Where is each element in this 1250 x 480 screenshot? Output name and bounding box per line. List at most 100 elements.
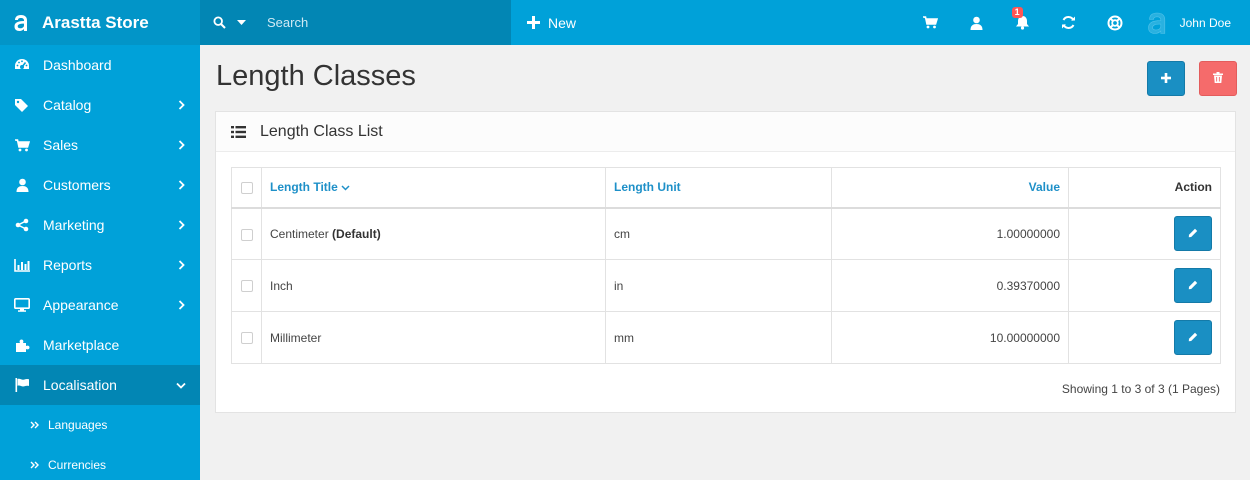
dashboard-icon [14, 57, 30, 73]
user-menu[interactable]: John Doe [1138, 11, 1250, 35]
sidebar-item-marketing[interactable]: Marketing [0, 205, 200, 245]
double-chevron-right-icon [30, 460, 40, 470]
plus-icon [527, 14, 540, 32]
pencil-icon [1188, 279, 1198, 293]
sidebar-item-label: Marketplace [43, 337, 120, 353]
user-icon [14, 177, 30, 193]
sidebar-item-catalog[interactable]: Catalog [0, 85, 200, 125]
pencil-icon [1188, 227, 1198, 241]
length-class-panel: Length Class List Length Title Length Un… [215, 111, 1236, 413]
chevron-right-icon [176, 140, 186, 150]
edit-button[interactable] [1174, 216, 1212, 252]
length-unit-cell: mm [605, 311, 832, 364]
tags-icon [14, 97, 30, 113]
new-button[interactable]: New [527, 14, 576, 32]
action-cell [1068, 259, 1221, 312]
cart-icon[interactable] [908, 0, 954, 45]
sidebar-item-reports[interactable]: Reports [0, 245, 200, 285]
new-button-label: New [548, 14, 577, 31]
value-cell: 0.39370000 [831, 259, 1069, 312]
add-button[interactable] [1147, 61, 1185, 96]
arastta-logo-icon [12, 13, 30, 33]
sort-length-title-link[interactable]: Length Title [270, 180, 350, 194]
select-all-checkbox[interactable] [240, 182, 253, 195]
search-input[interactable] [267, 15, 487, 30]
sidebar-item-appearance[interactable]: Appearance [0, 285, 200, 325]
chevron-right-icon [176, 100, 186, 110]
life-ring-icon[interactable] [1092, 0, 1138, 45]
length-unit-cell: in [605, 259, 832, 312]
delete-button[interactable] [1199, 61, 1237, 96]
brand[interactable]: Arastta Store [0, 0, 200, 45]
length-title: Inch [270, 278, 293, 293]
length-title-cell: Millimeter [261, 311, 606, 364]
chevron-right-icon [176, 260, 186, 270]
refresh-icon[interactable] [1046, 0, 1092, 45]
sidebar-item-label: Appearance [43, 297, 119, 313]
edit-button[interactable] [1174, 320, 1212, 355]
chevron-right-icon [176, 180, 186, 190]
double-chevron-right-icon [30, 420, 40, 430]
length-title-cell: Inch [261, 259, 606, 312]
notification-badge: 1 [1011, 7, 1023, 18]
length-class-table: Length Title Length Unit Value Action Ce… [231, 167, 1221, 364]
sidebar-subitem-languages[interactable]: Languages [0, 405, 200, 445]
user-icon[interactable] [954, 0, 1000, 45]
list-icon [231, 125, 247, 138]
action-cell [1068, 311, 1221, 364]
header-action: Action [1068, 167, 1221, 209]
top-bar: New 1 John Doe [200, 0, 1250, 45]
sort-length-unit-link[interactable]: Length Unit [614, 180, 681, 194]
panel-header: Length Class List [216, 112, 1235, 152]
length-title: Millimeter [270, 330, 322, 345]
table-row: Inch in 0.39370000 [231, 259, 1221, 312]
row-checkbox[interactable] [240, 280, 253, 293]
default-tag: (Default) [332, 226, 381, 241]
sidebar-item-marketplace[interactable]: Marketplace [0, 325, 200, 365]
search-icon[interactable] [213, 16, 229, 29]
header-value: Value [831, 167, 1069, 209]
pagination-info: Showing 1 to 3 of 3 (1 Pages) [1061, 382, 1220, 396]
sort-value-link[interactable]: Value [1029, 180, 1060, 194]
desktop-icon [14, 297, 30, 313]
edit-button[interactable] [1174, 268, 1212, 303]
puzzle-icon [14, 337, 30, 353]
row-checkbox[interactable] [240, 228, 253, 241]
sidebar-subitem-label: Currencies [48, 458, 107, 472]
sidebar-item-label: Dashboard [43, 57, 112, 73]
row-select-cell [231, 259, 262, 312]
sidebar-item-label: Customers [43, 177, 111, 193]
value-cell: 10.00000000 [831, 311, 1069, 364]
table-row: Centimeter (Default) cm 1.00000000 [231, 207, 1221, 260]
header-length-unit: Length Unit [605, 167, 832, 209]
bell-icon[interactable]: 1 [1000, 0, 1046, 45]
chevron-right-icon [176, 220, 186, 230]
pencil-icon [1188, 331, 1198, 345]
sidebar-subitem-label: Languages [48, 418, 108, 432]
brand-name: Arastta Store [42, 12, 149, 32]
page-title: Length Classes [216, 60, 416, 92]
chevron-right-icon [176, 300, 186, 310]
caret-down-icon[interactable] [237, 20, 247, 25]
sidebar-subitem-currencies[interactable]: Currencies [0, 445, 200, 480]
share-icon [14, 217, 30, 233]
chevron-down-icon [176, 380, 186, 390]
panel-title: Length Class List [260, 122, 383, 140]
sidebar-item-sales[interactable]: Sales [0, 125, 200, 165]
header-length-title: Length Title [261, 167, 606, 209]
sidebar-item-label: Marketing [43, 217, 105, 233]
chevron-down-icon [341, 180, 350, 194]
sidebar-item-dashboard[interactable]: Dashboard [0, 45, 200, 85]
action-cell [1068, 207, 1221, 260]
row-select-cell [231, 311, 262, 364]
header-select-all-cell [231, 167, 262, 209]
sidebar-item-customers[interactable]: Customers [0, 165, 200, 205]
row-select-cell [231, 207, 262, 260]
row-checkbox[interactable] [240, 332, 253, 345]
sidebar-item-label: Catalog [43, 97, 92, 113]
sidebar-item-localisation[interactable]: Localisation [0, 365, 200, 405]
table-header-row: Length Title Length Unit Value Action [231, 167, 1221, 209]
length-title: Centimeter [270, 226, 329, 241]
table-row: Millimeter mm 10.00000000 [231, 311, 1221, 364]
length-title-cell: Centimeter (Default) [261, 207, 606, 260]
